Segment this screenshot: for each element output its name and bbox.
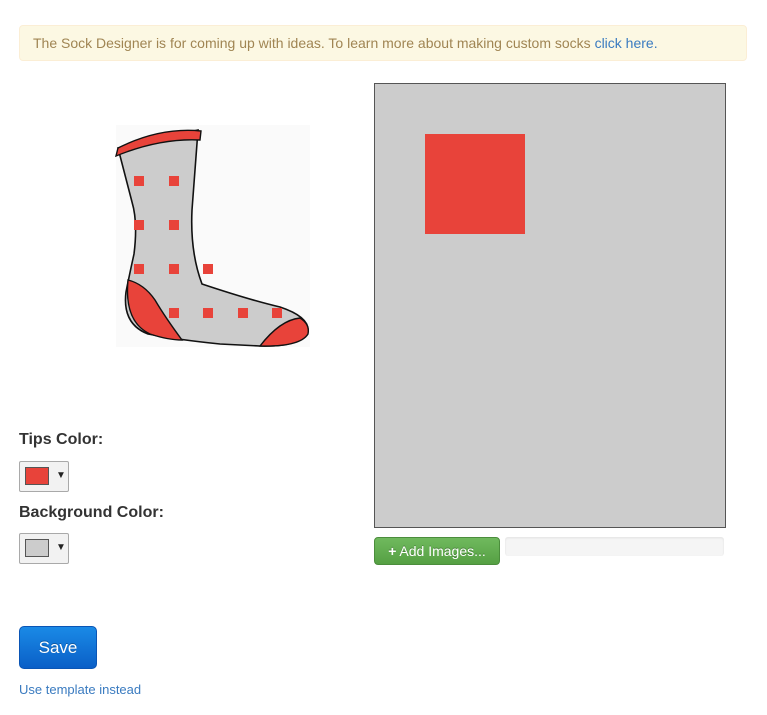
pattern-dot [203, 264, 213, 274]
use-template-link[interactable]: Use template instead [19, 682, 141, 697]
caret-down-icon: ▼ [56, 542, 66, 553]
add-images-label: Add Images... [399, 543, 486, 559]
pattern-dot [169, 264, 179, 274]
notice-text: The Sock Designer is for coming up with … [33, 35, 595, 51]
background-color-picker[interactable]: ▼ [19, 533, 69, 564]
tips-color-label: Tips Color: [19, 431, 104, 448]
add-images-button[interactable]: + Add Images... [374, 537, 500, 565]
design-canvas[interactable] [374, 83, 726, 528]
caret-down-icon: ▼ [56, 470, 66, 481]
background-color-label: Background Color: [19, 504, 164, 521]
click-here-link[interactable]: click here. [595, 35, 658, 51]
pattern-dot [134, 264, 144, 274]
pattern-dot [169, 308, 179, 318]
info-notice: The Sock Designer is for coming up with … [19, 25, 747, 61]
sock-preview [114, 125, 310, 347]
plus-icon: + [388, 543, 397, 559]
background-color-swatch [25, 539, 49, 557]
pattern-dot [272, 308, 282, 318]
design-element-square[interactable] [425, 134, 525, 234]
pattern-dot [238, 308, 248, 318]
tips-color-swatch [25, 467, 49, 485]
pattern-dot [134, 220, 144, 230]
pattern-dot [169, 176, 179, 186]
pattern-dot [169, 220, 179, 230]
save-button[interactable]: Save [19, 626, 97, 669]
tips-color-picker[interactable]: ▼ [19, 461, 69, 492]
pattern-dot [134, 176, 144, 186]
pattern-dot [203, 308, 213, 318]
upload-progress-bar [505, 537, 724, 556]
